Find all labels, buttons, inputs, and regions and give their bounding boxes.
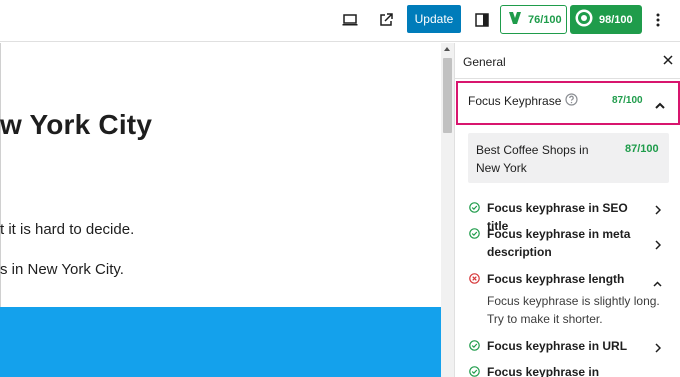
seo-gear-icon xyxy=(574,8,594,31)
close-icon[interactable] xyxy=(660,52,676,68)
readability-score-button[interactable]: 76/100 xyxy=(500,5,567,34)
chevron-up-icon[interactable] xyxy=(653,274,662,292)
more-options-icon[interactable] xyxy=(644,6,672,34)
seo-check-label: Focus keyphrase in URL xyxy=(487,339,628,353)
post-title[interactable]: w York City xyxy=(0,109,152,141)
seo-check-label: Focus keyphrase in meta description xyxy=(487,227,631,259)
seo-check-description: Focus keyphrase is slightly long. Try to… xyxy=(487,294,660,326)
good-check-icon xyxy=(469,364,480,377)
external-link-icon[interactable] xyxy=(372,6,400,34)
editor-canvas[interactable]: w York City t it is hard to decide. s in… xyxy=(0,43,441,377)
focus-keyphrase-panel-toggle[interactable]: Focus Keyphrase 87/100 xyxy=(456,81,680,125)
focus-keyphrase-value: Best Coffee Shops in New York xyxy=(476,143,589,175)
sidebar-divider xyxy=(455,78,680,79)
preview-desktop-icon[interactable] xyxy=(336,6,364,34)
scroll-up-arrow-icon[interactable] xyxy=(444,47,450,51)
good-check-icon xyxy=(469,200,480,213)
seo-score-button[interactable]: 98/100 xyxy=(570,5,642,34)
focus-keyphrase-score: 87/100 xyxy=(612,95,643,106)
editor-toolbar: Update 76/100 98/100 xyxy=(0,0,680,42)
seo-check-label: Focus keyphrase in xyxy=(487,365,600,377)
good-check-icon xyxy=(469,226,480,239)
problem-x-icon xyxy=(469,271,480,284)
settings-sidebar: General Focus Keyphrase 87/100 Best Coff… xyxy=(454,43,680,377)
keyphrase-score: 87/100 xyxy=(625,143,659,155)
focus-keyphrase-label: Focus Keyphrase xyxy=(468,94,562,108)
readability-score: 76/100 xyxy=(528,13,562,26)
help-icon[interactable] xyxy=(565,93,578,106)
focus-keyphrase-input[interactable]: Best Coffee Shops in New York 87/100 xyxy=(468,133,669,183)
settings-sidebar-toggle-icon[interactable] xyxy=(468,6,496,34)
readability-icon xyxy=(507,10,523,29)
good-check-icon xyxy=(469,338,480,351)
seo-score: 98/100 xyxy=(599,13,633,26)
chevron-up-icon xyxy=(655,96,665,114)
chevron-right-icon[interactable] xyxy=(655,202,662,220)
chevron-right-icon[interactable] xyxy=(655,237,662,255)
paragraph-block[interactable]: t it is hard to decide. xyxy=(0,221,134,238)
sidebar-header-title: General xyxy=(463,55,506,69)
seo-check-label: Focus keyphrase length xyxy=(487,272,625,286)
image-block[interactable] xyxy=(0,307,441,377)
chevron-right-icon[interactable] xyxy=(655,340,662,358)
scrollbar-thumb[interactable] xyxy=(443,58,452,133)
editor-scrollbar[interactable] xyxy=(441,43,454,377)
update-button[interactable]: Update xyxy=(407,5,461,33)
paragraph-block[interactable]: s in New York City. xyxy=(0,261,124,278)
